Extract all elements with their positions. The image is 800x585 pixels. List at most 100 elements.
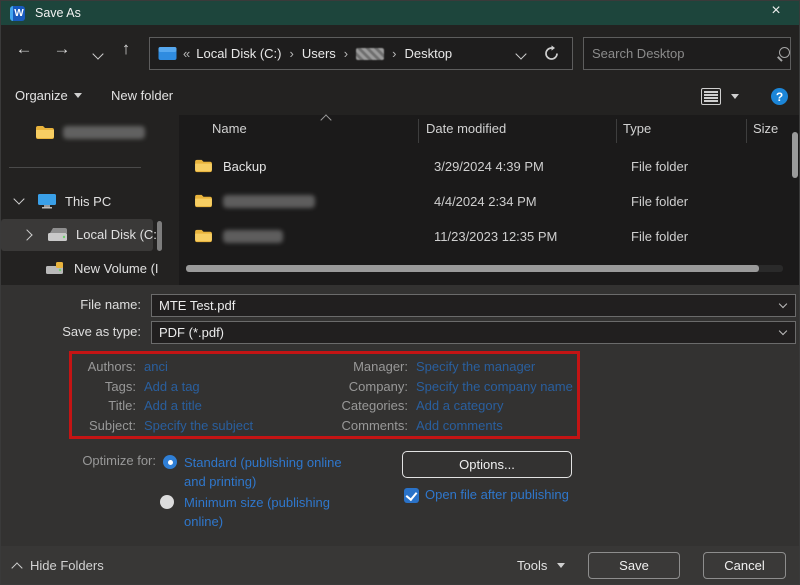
column-separator[interactable] <box>418 119 419 143</box>
column-header-name[interactable]: Name <box>212 121 247 136</box>
help-button[interactable]: ? <box>771 88 788 105</box>
open-after-publishing-label[interactable]: Open file after publishing <box>425 487 569 502</box>
redacted-folder-label <box>63 126 145 139</box>
help-icon: ? <box>771 88 788 105</box>
file-row[interactable]: 4/4/2024 2:34 PM File folder <box>187 186 787 216</box>
new-folder-button[interactable]: New folder <box>111 88 173 103</box>
radio-standard[interactable] <box>163 455 177 469</box>
comments-value-link[interactable]: Add comments <box>408 416 573 436</box>
folder-icon <box>194 229 213 243</box>
subject-value-link[interactable]: Specify the subject <box>136 416 336 436</box>
manager-value-link[interactable]: Specify the manager <box>408 357 573 377</box>
forward-button[interactable]: → <box>49 39 75 59</box>
categories-label: Categories: <box>336 396 408 416</box>
breadcrumb-separator: › <box>392 46 396 61</box>
save-options-panel: File name: Save as type: Authors: anci M… <box>1 285 799 546</box>
title-bar: W Save As × <box>1 1 799 25</box>
sort-ascending-icon[interactable] <box>322 112 330 127</box>
hide-folders-label: Hide Folders <box>30 558 104 573</box>
column-header-size[interactable]: Size <box>753 121 778 136</box>
search-icon[interactable] <box>776 45 782 63</box>
local-disk-icon <box>47 227 68 242</box>
word-app-icon: W <box>10 6 25 21</box>
organize-label: Organize <box>15 88 68 103</box>
recent-locations-chevron-icon[interactable] <box>85 43 111 63</box>
close-icon[interactable]: × <box>765 2 787 20</box>
column-separator[interactable] <box>616 119 617 143</box>
dialog-title: Save As <box>35 6 81 20</box>
column-separator[interactable] <box>746 119 747 143</box>
optimize-for-label: Optimize for: <box>1 453 156 468</box>
column-header-date[interactable]: Date modified <box>426 121 506 136</box>
title-value-link[interactable]: Add a title <box>136 396 336 416</box>
chevron-down-icon[interactable] <box>779 326 787 334</box>
chevron-down-icon[interactable] <box>13 193 24 204</box>
address-bar[interactable]: « Local Disk (C:) › Users › › Desktop <box>149 37 573 70</box>
refresh-icon[interactable] <box>543 45 560 62</box>
save-as-type-select[interactable] <box>151 321 796 344</box>
sidebar-divider <box>9 167 141 168</box>
open-after-publishing-checkbox[interactable] <box>404 488 419 503</box>
file-name-label: File name: <box>1 297 141 312</box>
file-date: 3/29/2024 4:39 PM <box>434 159 544 174</box>
address-dropdown-chevron-icon[interactable] <box>517 46 525 61</box>
radio-standard-label[interactable]: Standard (publishing online and printing… <box>184 453 354 491</box>
view-options-chevron[interactable] <box>731 94 739 99</box>
change-view-button[interactable] <box>701 88 721 105</box>
hide-folders-button[interactable]: Hide Folders <box>13 558 104 573</box>
vertical-scrollbar-thumb[interactable] <box>792 132 798 178</box>
company-value-link[interactable]: Specify the company name <box>408 377 573 397</box>
file-date: 11/23/2023 12:35 PM <box>434 229 557 244</box>
file-name-input[interactable] <box>152 298 780 313</box>
file-row[interactable]: 11/23/2023 12:35 PM File folder <box>187 221 787 251</box>
authors-value-link[interactable]: anci <box>136 357 336 377</box>
sidebar-item-new-volume[interactable]: New Volume (I <box>45 261 159 276</box>
tags-value-link[interactable]: Add a tag <box>136 377 336 397</box>
back-button[interactable]: ← <box>11 39 37 59</box>
search-box[interactable] <box>583 37 791 70</box>
sidebar-item-this-pc[interactable]: This PC <box>15 193 111 209</box>
folder-icon <box>194 194 213 208</box>
save-as-dialog: W Save As × ← → ↑ « Local Disk (C:) › Us… <box>0 0 800 585</box>
horizontal-scrollbar[interactable] <box>186 265 783 272</box>
categories-value-link[interactable]: Add a category <box>408 396 573 416</box>
radio-minimum-size-label[interactable]: Minimum size (publishing online) <box>184 493 354 531</box>
chevron-right-icon[interactable] <box>21 229 32 240</box>
save-button[interactable]: Save <box>588 552 680 579</box>
file-name-row: File name: <box>1 294 799 318</box>
tools-menu[interactable]: Tools <box>517 558 565 573</box>
horizontal-scrollbar-thumb[interactable] <box>186 265 759 272</box>
file-name: Backup <box>223 159 266 174</box>
save-as-type-value[interactable] <box>152 325 780 340</box>
search-input[interactable] <box>584 46 776 61</box>
breadcrumb-users[interactable]: Users <box>302 46 336 61</box>
file-name-combobox[interactable] <box>151 294 796 317</box>
tools-label: Tools <box>517 558 547 573</box>
sidebar-item-pinned-folder[interactable] <box>35 125 145 140</box>
radio-minimum-size[interactable] <box>160 495 174 509</box>
title-label: Title: <box>76 396 136 416</box>
this-pc-label: This PC <box>65 194 111 209</box>
folder-icon <box>194 159 213 173</box>
cancel-button[interactable]: Cancel <box>703 552 786 579</box>
options-button[interactable]: Options... <box>402 451 572 478</box>
browser-area: This PC Local Disk (C:) New Volume (I Na… <box>1 115 799 285</box>
save-as-type-label: Save as type: <box>1 324 141 339</box>
breadcrumb-username-redacted[interactable] <box>356 48 384 60</box>
sidebar-scrollbar-thumb[interactable] <box>157 221 162 251</box>
folder-icon <box>35 125 55 140</box>
up-button[interactable]: ↑ <box>113 39 139 59</box>
organize-menu[interactable]: Organize <box>15 88 82 103</box>
file-row[interactable]: Backup 3/29/2024 4:39 PM File folder <box>187 151 787 181</box>
breadcrumb-local-disk[interactable]: Local Disk (C:) <box>196 46 281 61</box>
breadcrumb-separator: › <box>289 46 293 61</box>
breadcrumb-overflow-icon[interactable]: « <box>183 46 190 61</box>
subject-label: Subject: <box>76 416 136 436</box>
drive-location-icon <box>158 46 177 61</box>
column-header-type[interactable]: Type <box>623 121 651 136</box>
authors-label: Authors: <box>76 357 136 377</box>
sidebar-item-local-disk[interactable]: Local Disk (C:) <box>23 227 161 242</box>
breadcrumb-desktop[interactable]: Desktop <box>404 46 452 61</box>
chevron-down-icon[interactable] <box>779 299 787 307</box>
caret-down-icon <box>74 93 82 98</box>
